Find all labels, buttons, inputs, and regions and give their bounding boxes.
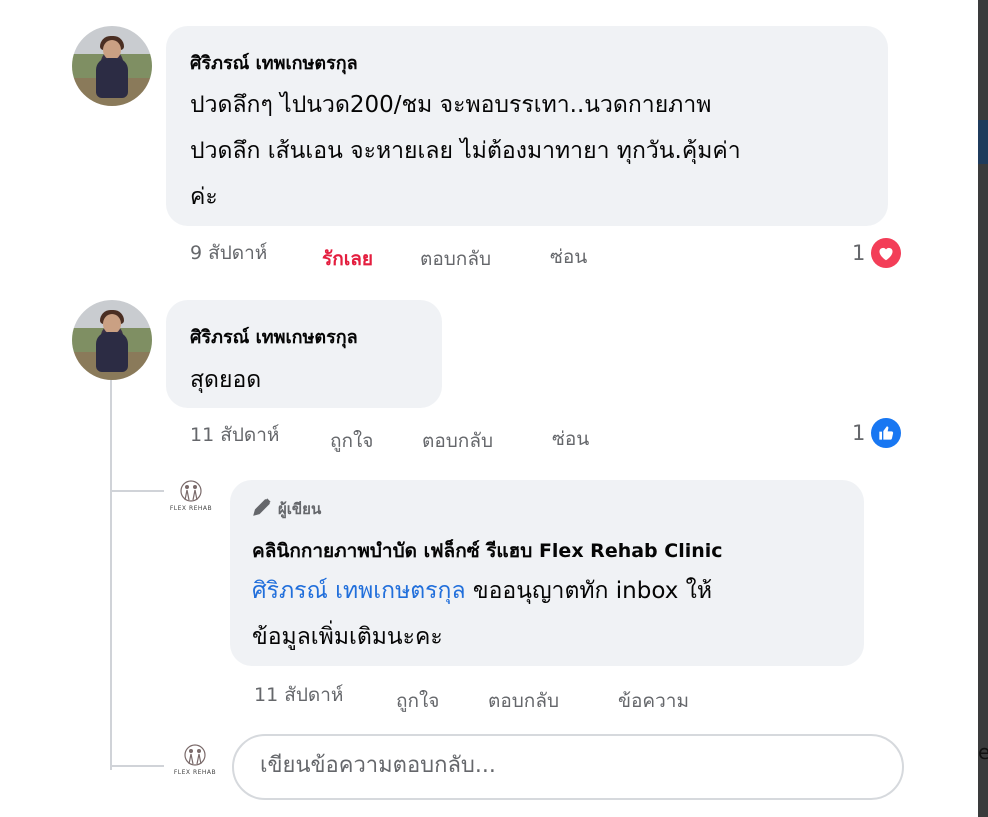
comment-text: สุดยอด [190,367,262,393]
page-logo-text: FLEX REHAB [173,769,217,776]
comment-actions: 9 สัปดาห์ รักเลย ตอบกลับ ซ่อน [190,238,587,274]
comment-time[interactable]: 9 สัปดาห์ [190,238,322,268]
hide-button[interactable]: ซ่อน [552,424,589,454]
comment-line: ค่ะ [190,184,218,210]
reaction-count: 1 [852,421,866,445]
comment-text: ปวดลึกๆ ไปนวด200/ชม จะพอบรรเทา..นวดกายภา… [190,82,880,220]
heart-icon [871,238,902,268]
reply-input[interactable] [258,752,882,779]
page-logo-text: FLEX REHAB [169,505,213,512]
love-reaction-button[interactable]: รักเลย [322,244,420,274]
comment-author[interactable]: ศิริภรณ์ เทพเกษตรกุล [190,48,358,77]
reply-line: ข้อมูลเพิ่มเติมนะคะ [252,624,443,650]
comment-line: ปวดลึกๆ ไปนวด200/ชม จะพอบรรเทา..นวดกายภา… [190,92,712,118]
reaction-count: 1 [852,241,866,265]
side-panel-accent [978,120,988,164]
thread-branch [110,765,164,767]
like-icon [871,418,902,448]
reply-line-text: ขออนุญาตทัก inbox ให้ [465,578,713,604]
reply-input-box[interactable] [232,734,904,800]
reply-actions: 11 สัปดาห์ ถูกใจ ตอบกลับ ข้อความ [254,680,689,716]
comment-author[interactable]: ศิริภรณ์ เทพเกษตรกุล [190,322,358,351]
like-button[interactable]: ถูกใจ [396,686,488,716]
comment-actions: 11 สัปดาห์ ถูกใจ ตอบกลับ ซ่อน [190,420,589,456]
comment-line: ปวดลึก เส้นเอน จะหายเลย ไม่ต้องมาทายา ทุ… [190,138,741,164]
page-logo[interactable]: FLEX REHAB [168,744,222,784]
reply-author[interactable]: คลินิกกายภาพบำบัด เฟล็กซ์ รีแฮบ Flex Reh… [252,536,723,566]
author-badge-label: ผู้เขียน [278,500,322,518]
mention-link[interactable]: ศิริภรณ์ เทพเกษตรกุล [252,578,466,604]
reply-text: ศิริภรณ์ เทพเกษตรกุล ขออนุญาตทัก inbox ใ… [252,568,852,660]
side-panel-edge: e [978,0,988,817]
reaction-summary[interactable]: 1 [852,418,902,448]
reply-line: ศิริภรณ์ เทพเกษตรกุล ขออนุญาตทัก inbox ใ… [252,568,852,614]
reaction-summary[interactable]: 1 [852,238,902,268]
author-badge: ผู้เขียน [252,497,321,521]
avatar[interactable] [72,300,152,380]
pencil-icon [252,497,272,521]
message-button[interactable]: ข้อความ [618,686,689,716]
like-button[interactable]: ถูกใจ [330,426,422,456]
avatar[interactable] [72,26,152,106]
thread-line [110,380,112,770]
comment-time[interactable]: 11 สัปดาห์ [190,420,330,450]
page-logo[interactable]: FLEX REHAB [164,480,218,520]
thread-branch [110,490,164,492]
side-panel-glyph: e [978,740,988,764]
reply-time[interactable]: 11 สัปดาห์ [254,680,396,710]
reply-button[interactable]: ตอบกลับ [488,686,618,716]
reply-button[interactable]: ตอบกลับ [420,244,550,274]
hide-button[interactable]: ซ่อน [550,242,587,272]
reply-button[interactable]: ตอบกลับ [422,426,552,456]
